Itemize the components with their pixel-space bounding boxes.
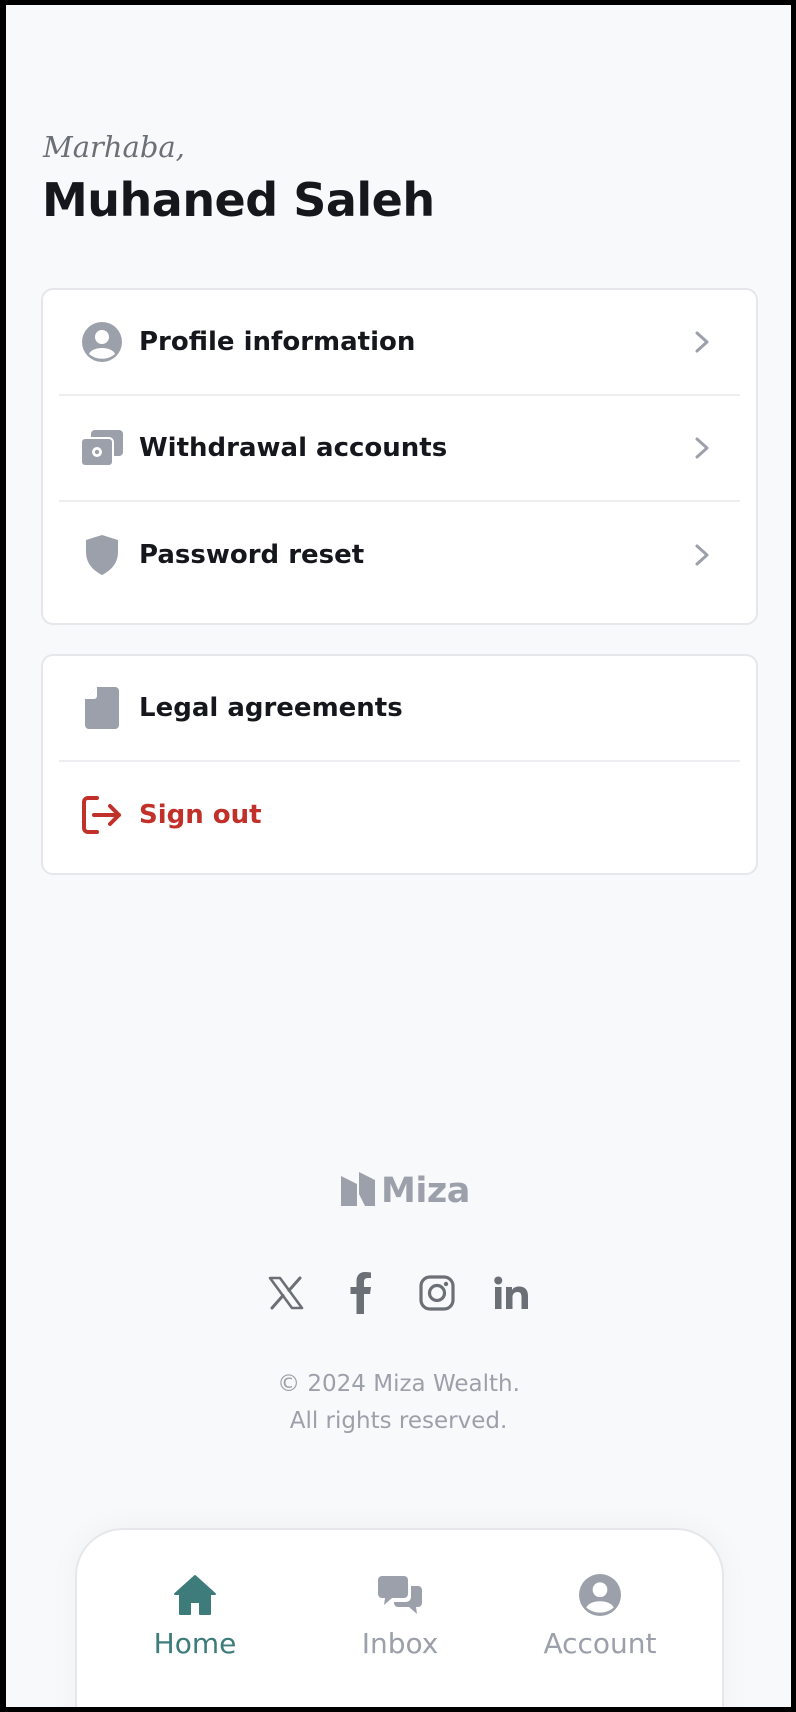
menu-item-password-reset[interactable]: Password reset bbox=[59, 502, 740, 608]
linkedin-icon[interactable] bbox=[490, 1271, 534, 1315]
user-circle-icon bbox=[579, 1574, 621, 1621]
brand-name: Miza bbox=[381, 1171, 470, 1211]
chevron-right-icon bbox=[690, 541, 714, 569]
social-links bbox=[264, 1269, 534, 1317]
facebook-icon[interactable] bbox=[339, 1271, 383, 1315]
x-icon[interactable] bbox=[264, 1271, 308, 1315]
menu-item-profile-information[interactable]: Profile information bbox=[59, 290, 740, 396]
tab-label: Account bbox=[543, 1627, 657, 1660]
document-icon bbox=[81, 687, 123, 729]
copyright-line-2: All rights reserved. bbox=[289, 1408, 508, 1434]
instagram-icon[interactable] bbox=[415, 1271, 459, 1315]
menu-item-label: Legal agreements bbox=[139, 693, 403, 723]
miza-logo-icon bbox=[341, 1171, 375, 1211]
menu-item-withdrawal-accounts[interactable]: Withdrawal accounts bbox=[59, 396, 740, 502]
copyright: © 2024 Miza Wealth. All rights reserved. bbox=[6, 1366, 791, 1440]
user-circle-icon bbox=[81, 321, 123, 363]
chat-bubbles-icon bbox=[378, 1574, 422, 1621]
legal-card: Legal agreements Sign out bbox=[41, 654, 758, 875]
tab-account[interactable]: Account bbox=[520, 1574, 680, 1674]
copyright-line-1: © 2024 Miza Wealth. bbox=[277, 1371, 520, 1397]
menu-item-label: Withdrawal accounts bbox=[139, 433, 448, 463]
chevron-right-icon bbox=[690, 328, 714, 356]
money-stack-icon bbox=[81, 427, 123, 469]
sign-out-icon bbox=[81, 794, 123, 836]
tab-label: Inbox bbox=[361, 1627, 439, 1660]
tab-home[interactable]: Home bbox=[115, 1574, 275, 1674]
settings-card: Profile information Withdrawal accounts bbox=[41, 288, 758, 625]
shield-icon bbox=[81, 534, 123, 576]
menu-item-label: Profile information bbox=[139, 327, 416, 357]
sign-out-button[interactable]: Sign out bbox=[59, 762, 740, 868]
account-screen: Marhaba, Muhaned Saleh Profile informati… bbox=[6, 5, 791, 1707]
tab-inbox[interactable]: Inbox bbox=[320, 1574, 480, 1674]
bottom-tab-bar: Home Inbox Account bbox=[75, 1528, 724, 1707]
brand-logo: Miza bbox=[341, 1171, 470, 1211]
chevron-right-icon bbox=[690, 434, 714, 462]
greeting-text: Marhaba, bbox=[43, 130, 185, 164]
sign-out-label: Sign out bbox=[139, 800, 262, 830]
user-name: Muhaned Saleh bbox=[42, 173, 435, 227]
menu-item-label: Password reset bbox=[139, 540, 365, 570]
home-icon bbox=[173, 1574, 217, 1621]
menu-item-legal-agreements[interactable]: Legal agreements bbox=[59, 656, 740, 762]
tab-label: Home bbox=[153, 1627, 237, 1660]
